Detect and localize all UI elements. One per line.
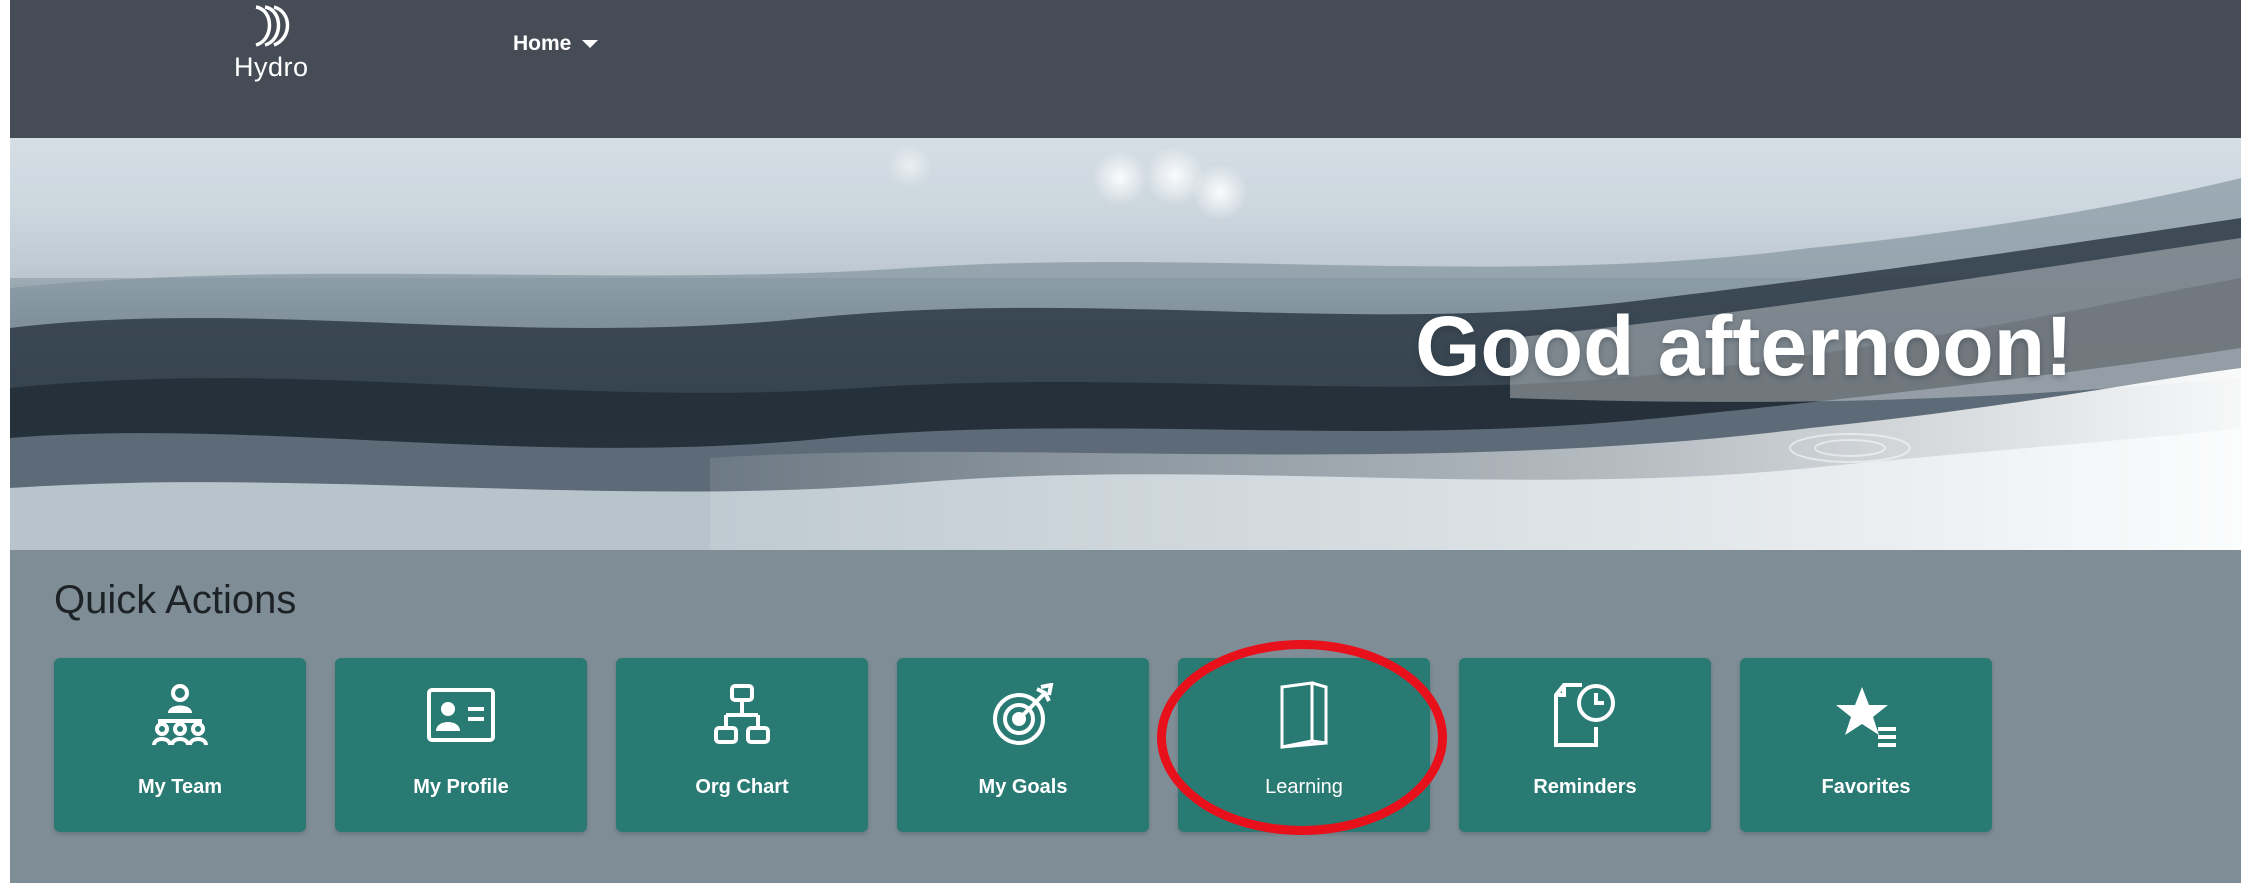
- tile-label: Reminders: [1533, 776, 1637, 798]
- tile-reminders[interactable]: Reminders: [1459, 658, 1711, 832]
- tile-label: Org Chart: [695, 776, 789, 798]
- quick-actions-title: Quick Actions: [54, 578, 297, 622]
- caret-down-icon: [581, 39, 599, 49]
- reminder-icon: [1459, 682, 1711, 748]
- target-icon: [897, 682, 1149, 748]
- tile-label: My Profile: [413, 776, 509, 798]
- tile-my-goals[interactable]: My Goals: [897, 658, 1149, 832]
- tile-label: Favorites: [1821, 776, 1911, 798]
- tile-org-chart[interactable]: Org Chart: [616, 658, 868, 832]
- book-icon: [1178, 681, 1430, 749]
- tile-label: My Team: [137, 776, 223, 798]
- home-menu-label: Home: [513, 32, 572, 55]
- tile-favorites[interactable]: Favorites: [1740, 658, 1992, 832]
- tile-learning[interactable]: Learning: [1178, 658, 1430, 832]
- tile-label: My Goals: [978, 776, 1068, 798]
- team-icon: [54, 682, 306, 748]
- logo-text: Hydro: [234, 52, 309, 82]
- hydro-logo-icon: [255, 5, 290, 47]
- app-frame: Hydro Home Good afternoon! Quick Actions…: [10, 0, 2241, 883]
- org-chart-icon: [616, 682, 868, 748]
- hydro-logo[interactable]: Hydro: [220, 4, 320, 86]
- hero-banner: Good afternoon!: [10, 138, 2241, 550]
- tile-my-profile[interactable]: My Profile: [335, 658, 587, 832]
- greeting-text: Good afternoon!: [1415, 299, 2073, 393]
- home-menu[interactable]: Home: [513, 28, 599, 60]
- top-header: Hydro Home: [10, 0, 2241, 138]
- profile-card-icon: [335, 682, 587, 748]
- star-list-icon: [1740, 682, 1992, 748]
- tile-my-team[interactable]: My Team: [54, 658, 306, 832]
- tile-label: Learning: [1265, 776, 1343, 798]
